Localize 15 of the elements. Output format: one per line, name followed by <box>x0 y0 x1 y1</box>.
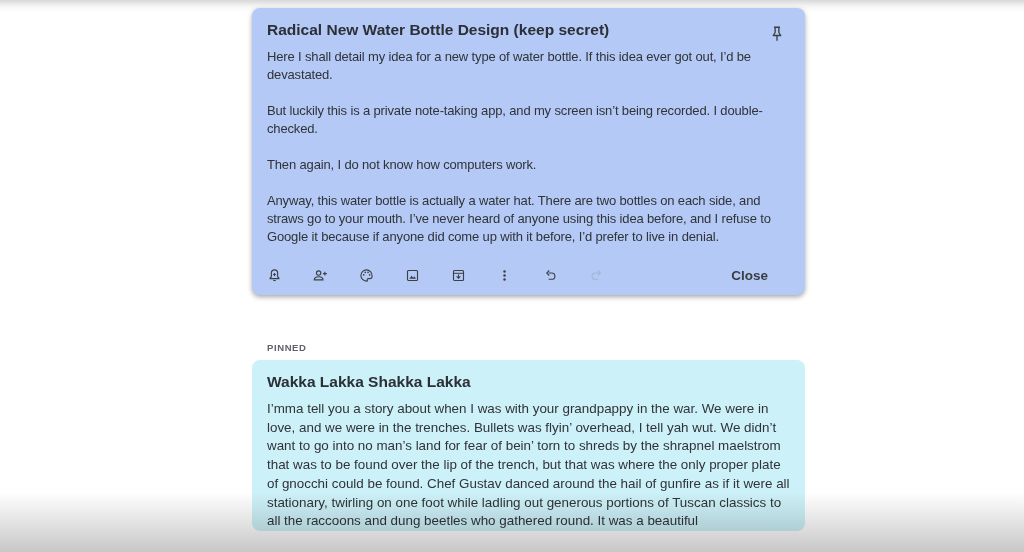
archive-box-icon[interactable] <box>451 268 466 283</box>
note-paragraph: But luckily this is a private note-taking app, and my screen isn’t being recorded. I double-checked. <box>267 102 764 138</box>
note-title: Wakka Lakka Shakka Lakka <box>267 372 472 392</box>
note-body: I’mma tell you a story about when I was with your grandpappy in the war. We were in love, and we were in the trenches. Bullets was flyin’ overhead, I tell yah wut. We didn’t want to go into no man’s land for fear of bein’ torn to shreds by the shrapnel maelstrom that was to be found over the lip of the trench, but that was where the only proper plate of gnocchi could be found. Chef Gustav danced around the hail of gunfire as if it were all stationary, twirling on one foot while ladling out generous portions of Tuscan classics to all the raccoons and dung beetles who gathered round. It was a beautiful <box>267 400 790 531</box>
note-paragraph: Here I shall detail my idea for a new type of water bottle. If this idea ever got out, I’d be devastated. <box>267 48 752 84</box>
section-label: PINNED <box>267 342 308 353</box>
note-paragraph: Anyway, this water bottle is actually a water hat. There are two bottles on each side, and straws go to your mouth. I’ve never heard of anyone using this idea before, and I refuse to Google it because if anyone did come up with it before, I’d prefer to live in denial. <box>267 192 772 246</box>
image-icon[interactable] <box>405 268 420 283</box>
close-button[interactable]: Close <box>731 264 768 287</box>
note-title: Radical New Water Bottle Design (keep secret) <box>267 20 610 40</box>
bell-plus-icon[interactable] <box>267 268 282 283</box>
undo-icon[interactable] <box>543 268 558 283</box>
note-paragraph: Then again, I do not know how computers work. <box>267 156 538 174</box>
palette-icon[interactable] <box>359 268 374 283</box>
person-add-icon[interactable] <box>313 268 328 283</box>
